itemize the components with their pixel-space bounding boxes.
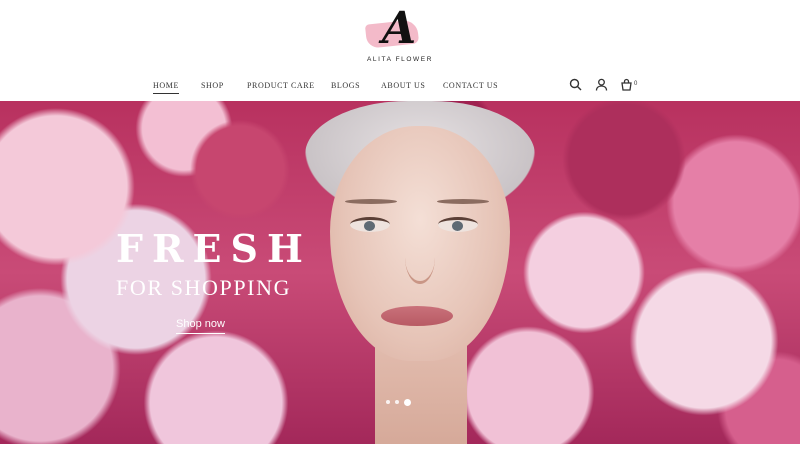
cart-icon[interactable] (620, 78, 633, 91)
slider-dot[interactable] (386, 400, 390, 404)
hero-banner: FRESH FOR SHOPPING Shop now (0, 101, 800, 444)
nav-item-blogs[interactable]: BLOGS (331, 79, 360, 93)
main-nav: HOME SHOP PRODUCT CARE BLOGS ABOUT US CO… (0, 79, 800, 95)
hero-model-left-eye (350, 217, 390, 232)
hero-model-right-brow (437, 199, 489, 204)
nav-item-shop[interactable]: SHOP (201, 79, 224, 93)
brand-name: ALITA FLOWER (366, 56, 434, 63)
slider-dot-active[interactable] (404, 399, 411, 406)
nav-item-about-us[interactable]: ABOUT US (381, 79, 425, 93)
hero-model-left-brow (345, 199, 397, 204)
hero-model-nose (405, 231, 435, 284)
hero-model-right-eye (438, 217, 478, 232)
nav-item-product-care[interactable]: PRODUCT CARE (247, 79, 315, 93)
logo-letter: A (382, 3, 417, 54)
search-icon[interactable] (569, 78, 582, 91)
nav-item-contact-us[interactable]: CONTACT US (443, 79, 498, 93)
hero-model-lips (381, 306, 453, 326)
brand-logo[interactable]: A ALITA FLOWER (360, 6, 440, 64)
hero-subtitle: FOR SHOPPING (116, 275, 292, 300)
shop-now-button[interactable]: Shop now (176, 318, 225, 334)
user-icon[interactable] (595, 78, 608, 91)
slider-dot[interactable] (395, 400, 399, 404)
nav-item-home[interactable]: HOME (153, 79, 179, 94)
cart-count: 0 (634, 81, 638, 87)
hero-title: FRESH (116, 226, 312, 271)
